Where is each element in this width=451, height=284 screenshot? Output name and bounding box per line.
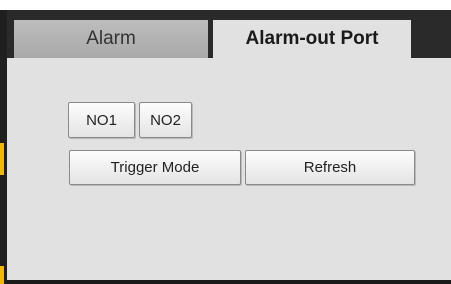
left-accent-marker bbox=[0, 266, 4, 284]
alarm-panel: Alarm Alarm-out Port NO1 NO2 Trigger Mod… bbox=[7, 10, 451, 284]
tab-bar: Alarm Alarm-out Port bbox=[7, 10, 451, 58]
left-accent-marker bbox=[0, 143, 4, 175]
tab-alarm-out-port[interactable]: Alarm-out Port bbox=[213, 20, 411, 58]
trigger-mode-button[interactable]: Trigger Mode bbox=[69, 150, 241, 185]
port-no2-button[interactable]: NO2 bbox=[139, 102, 192, 138]
tab-alarm[interactable]: Alarm bbox=[14, 20, 208, 58]
tab-content: NO1 NO2 Trigger Mode Refresh bbox=[7, 58, 451, 280]
panel-bottom-border bbox=[7, 280, 451, 284]
top-strip bbox=[0, 0, 451, 10]
port-no1-button[interactable]: NO1 bbox=[68, 102, 135, 138]
refresh-button[interactable]: Refresh bbox=[245, 150, 415, 185]
